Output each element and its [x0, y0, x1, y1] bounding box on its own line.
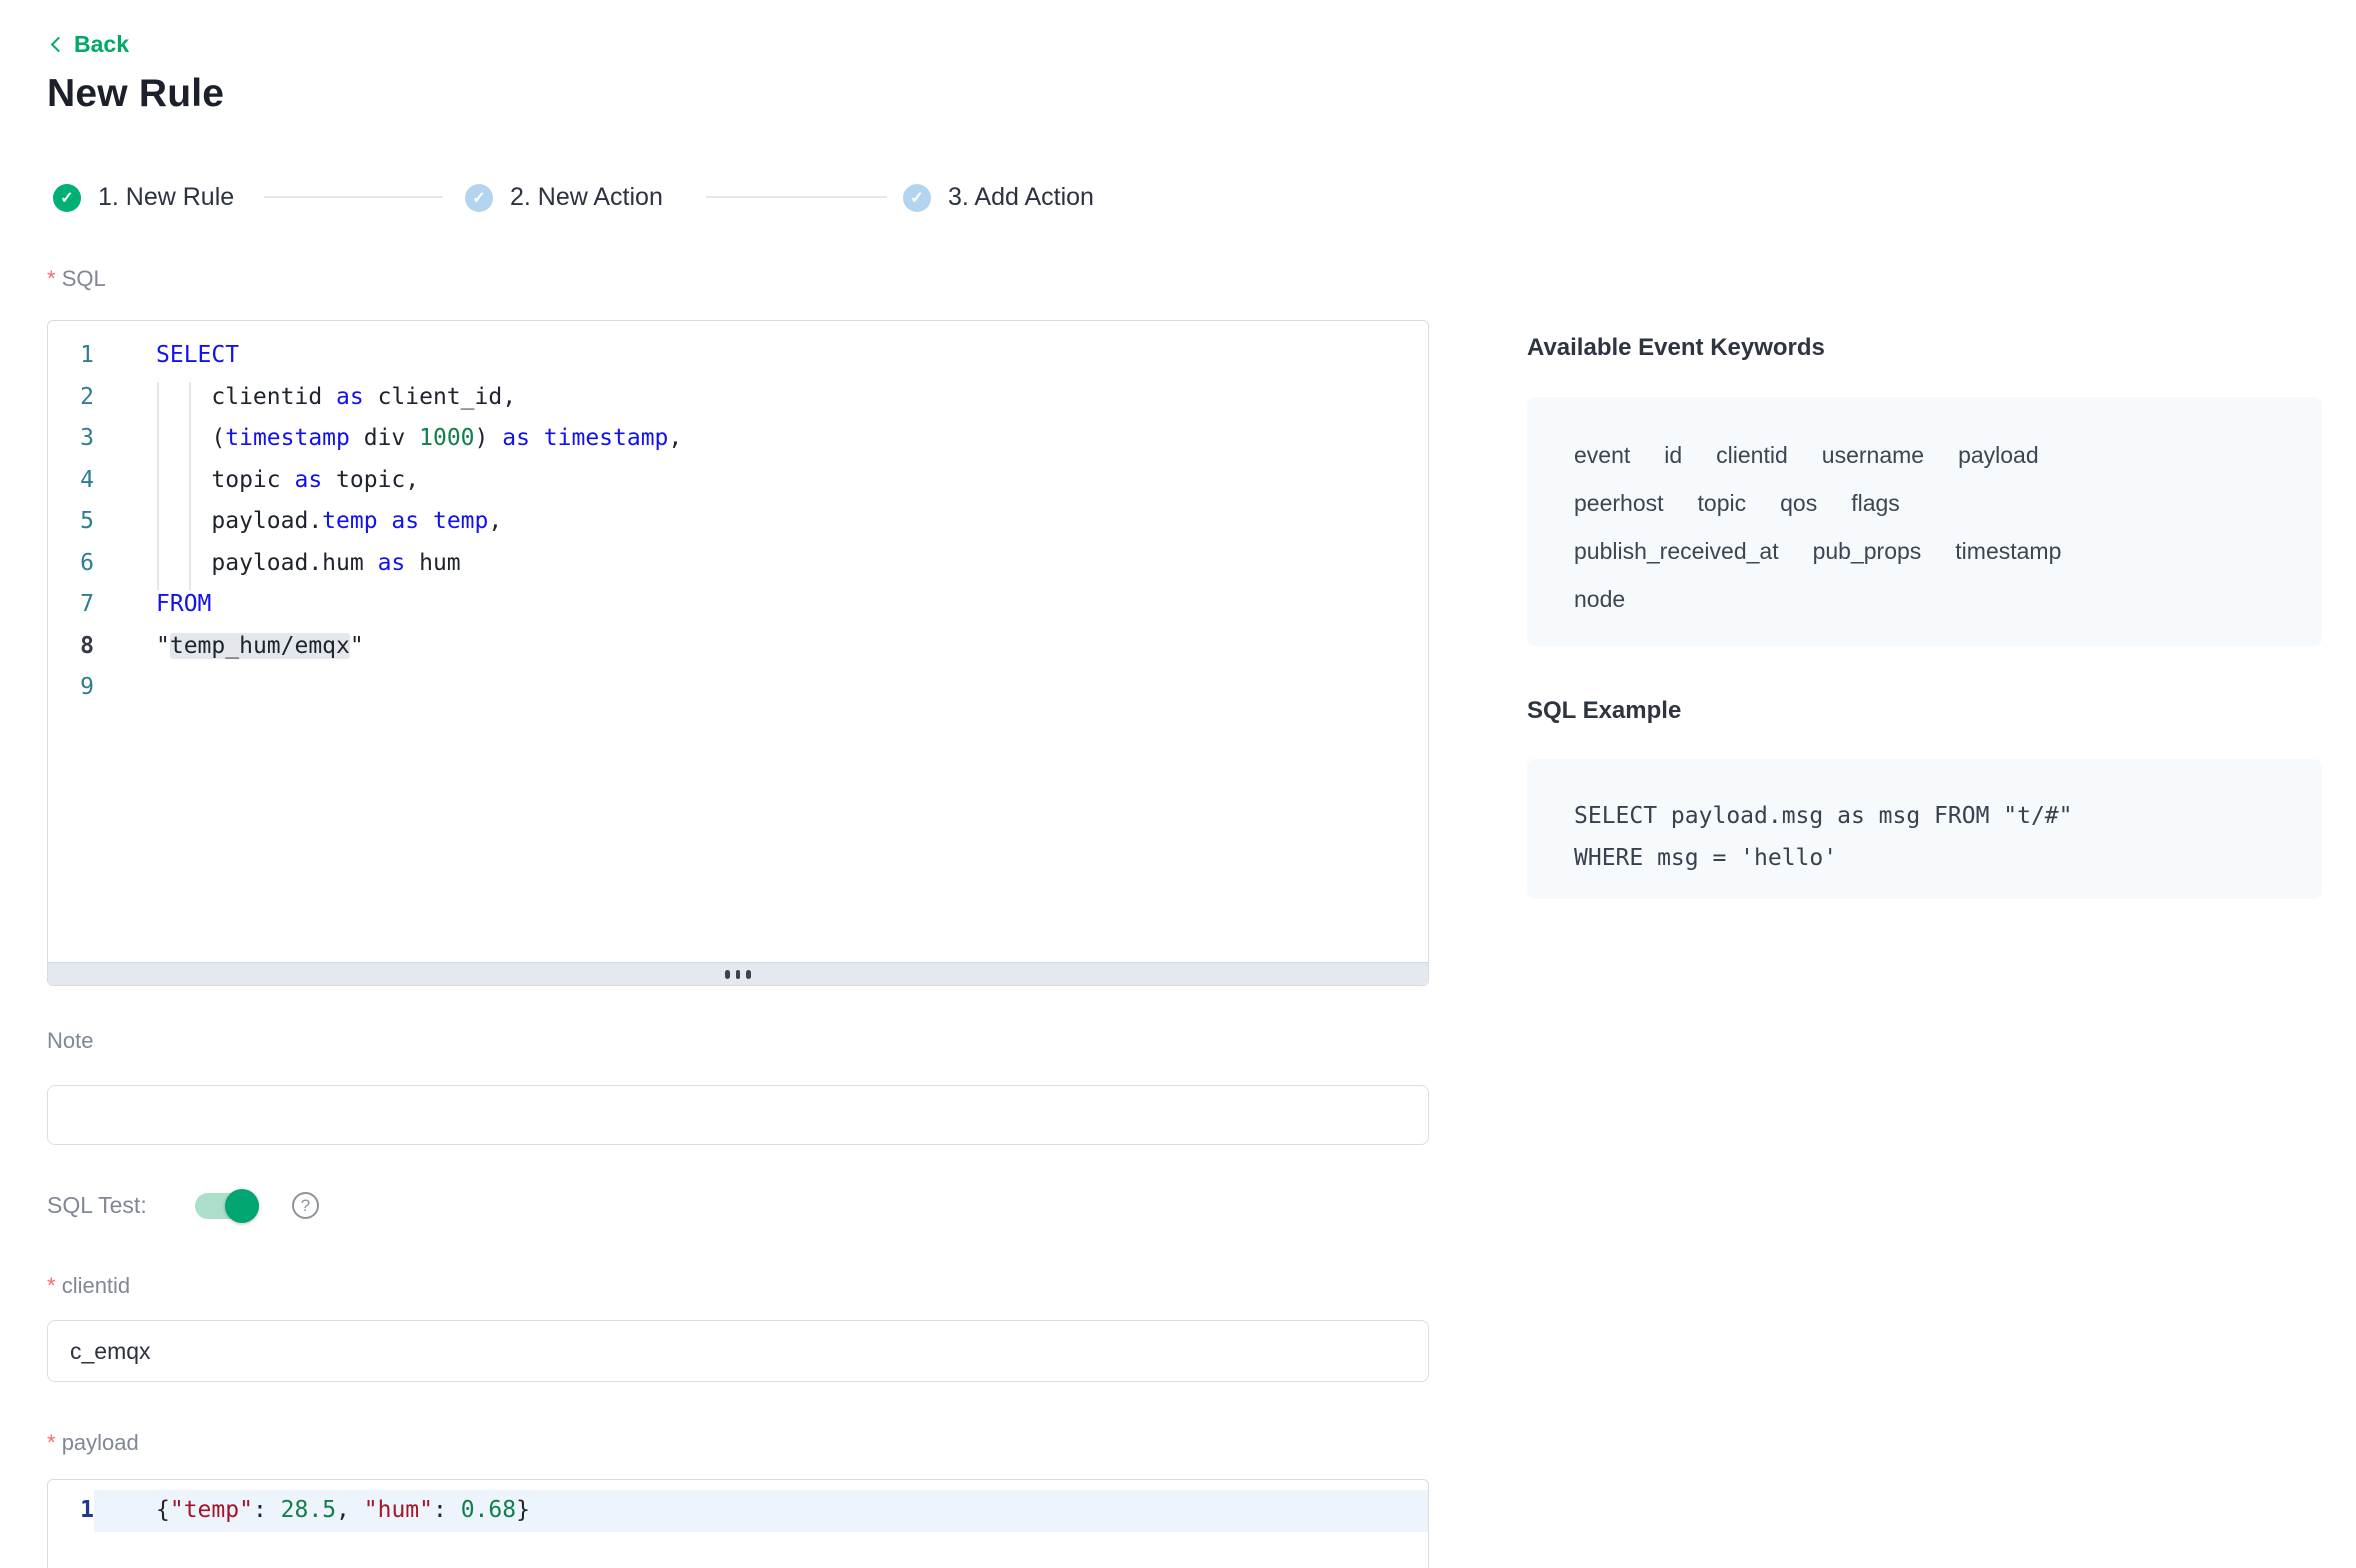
event-keyword: qos [1780, 490, 1817, 516]
stepper-connector [706, 196, 887, 198]
page-title: New Rule [47, 72, 224, 116]
code-text: SELECT [151, 335, 239, 377]
code-text [151, 667, 156, 709]
back-label: Back [74, 31, 129, 58]
indent-guide [189, 382, 191, 590]
event-keyword: publish_received_at [1574, 538, 1779, 564]
code-line: 3 (timestamp div 1000) as timestamp, [48, 418, 1428, 460]
sql-field-label: SQL [47, 266, 106, 292]
code-text: "temp_hum/emqx" [151, 626, 364, 668]
keyword-row: peerhost topic qos flags [1574, 479, 2282, 527]
event-keyword: username [1822, 442, 1924, 468]
code-line: 1{"temp": 28.5, "hum": 0.68} [48, 1490, 1428, 1532]
payload-editor: 1{"temp": 28.5, "hum": 0.68} [47, 1479, 1429, 1568]
code-line: 6 payload.hum as hum [48, 543, 1428, 585]
toggle-knob [225, 1189, 259, 1223]
help-icon[interactable]: ? [292, 1192, 319, 1219]
code-line: 8 "temp_hum/emqx" [48, 626, 1428, 668]
code-line: 9 [48, 667, 1428, 709]
editor-resize-handle[interactable] [48, 962, 1428, 985]
step-label: 3. Add Action [948, 183, 1094, 212]
stepper-step-2[interactable]: ✓ 2. New Action [465, 183, 663, 212]
note-field-label: Note [47, 1028, 93, 1054]
event-keyword: payload [1958, 442, 2039, 468]
event-keyword: topic [1698, 490, 1747, 516]
sql-example-code: SELECT payload.msg as msg FROM "t/#" WHE… [1527, 759, 2322, 879]
sql-code-area[interactable]: 1SELECT2 clientid as client_id,3 (timest… [48, 321, 1428, 964]
event-keyword: node [1574, 586, 1625, 612]
back-link[interactable]: Back [53, 31, 129, 58]
step-label: 2. New Action [510, 183, 663, 212]
payload-field-label: payload [47, 1430, 139, 1456]
line-number: 1 [48, 1490, 94, 1532]
code-line: 5 payload.temp as temp, [48, 501, 1428, 543]
line-number: 6 [48, 543, 94, 585]
code-text: topic as topic, [151, 460, 419, 502]
drag-dots-icon [725, 970, 730, 979]
clientid-field-label: clientid [47, 1273, 130, 1299]
stepper-step-1[interactable]: ✓ 1. New Rule [53, 183, 234, 212]
event-keyword: clientid [1716, 442, 1788, 468]
sql-editor: 1SELECT2 clientid as client_id,3 (timest… [47, 320, 1429, 986]
check-circle-icon: ✓ [903, 184, 931, 212]
keywords-list: event id clientid username payload peerhost to… [1527, 397, 2322, 623]
stepper-connector [264, 196, 443, 198]
check-circle-icon: ✓ [465, 184, 493, 212]
code-text: payload.hum as hum [151, 543, 461, 585]
event-keyword: pub_props [1813, 538, 1922, 564]
note-input[interactable] [47, 1085, 1429, 1145]
stepper-step-3[interactable]: ✓ 3. Add Action [903, 183, 1094, 212]
keywords-heading: Available Event Keywords [1527, 334, 1825, 362]
line-number: 3 [48, 418, 94, 460]
line-number: 7 [48, 584, 94, 626]
line-number: 2 [48, 377, 94, 419]
event-keyword: peerhost [1574, 490, 1664, 516]
code-line: 4 topic as topic, [48, 460, 1428, 502]
sql-example-heading: SQL Example [1527, 697, 1681, 725]
event-keyword: flags [1851, 490, 1900, 516]
code-line: 2 clientid as client_id, [48, 377, 1428, 419]
event-keyword: event [1574, 442, 1630, 468]
sql-example-panel: SELECT payload.msg as msg FROM "t/#" WHE… [1527, 759, 2322, 899]
keyword-row: node [1574, 575, 2282, 623]
code-text: {"temp": 28.5, "hum": 0.68} [94, 1490, 1428, 1532]
chevron-left-icon [51, 37, 67, 53]
clientid-input[interactable]: c_emqx [47, 1320, 1429, 1382]
step-label: 1. New Rule [98, 183, 234, 212]
event-keyword: timestamp [1955, 538, 2061, 564]
line-number: 5 [48, 501, 94, 543]
check-circle-icon: ✓ [53, 184, 81, 212]
keyword-row: event id clientid username payload [1574, 431, 2282, 479]
line-number: 8 [48, 626, 94, 668]
sql-test-toggle[interactable] [195, 1193, 259, 1219]
line-number: 9 [48, 667, 94, 709]
code-line: 7 FROM [48, 584, 1428, 626]
code-line: 1 SELECT [48, 335, 1428, 377]
code-text: payload.temp as temp, [151, 501, 502, 543]
keywords-panel: event id clientid username payload peerhost to… [1527, 397, 2322, 646]
indent-guide [157, 382, 159, 590]
sql-test-label: SQL Test: [47, 1192, 147, 1219]
code-text: FROM [151, 584, 211, 626]
line-number: 4 [48, 460, 94, 502]
keyword-row: publish_received_at pub_props timestamp [1574, 527, 2282, 575]
code-text: clientid as client_id, [151, 377, 516, 419]
line-number: 1 [48, 335, 94, 377]
payload-code-area[interactable]: 1{"temp": 28.5, "hum": 0.68} [48, 1480, 1428, 1568]
event-keyword: id [1664, 442, 1682, 468]
code-text: (timestamp div 1000) as timestamp, [151, 418, 682, 460]
